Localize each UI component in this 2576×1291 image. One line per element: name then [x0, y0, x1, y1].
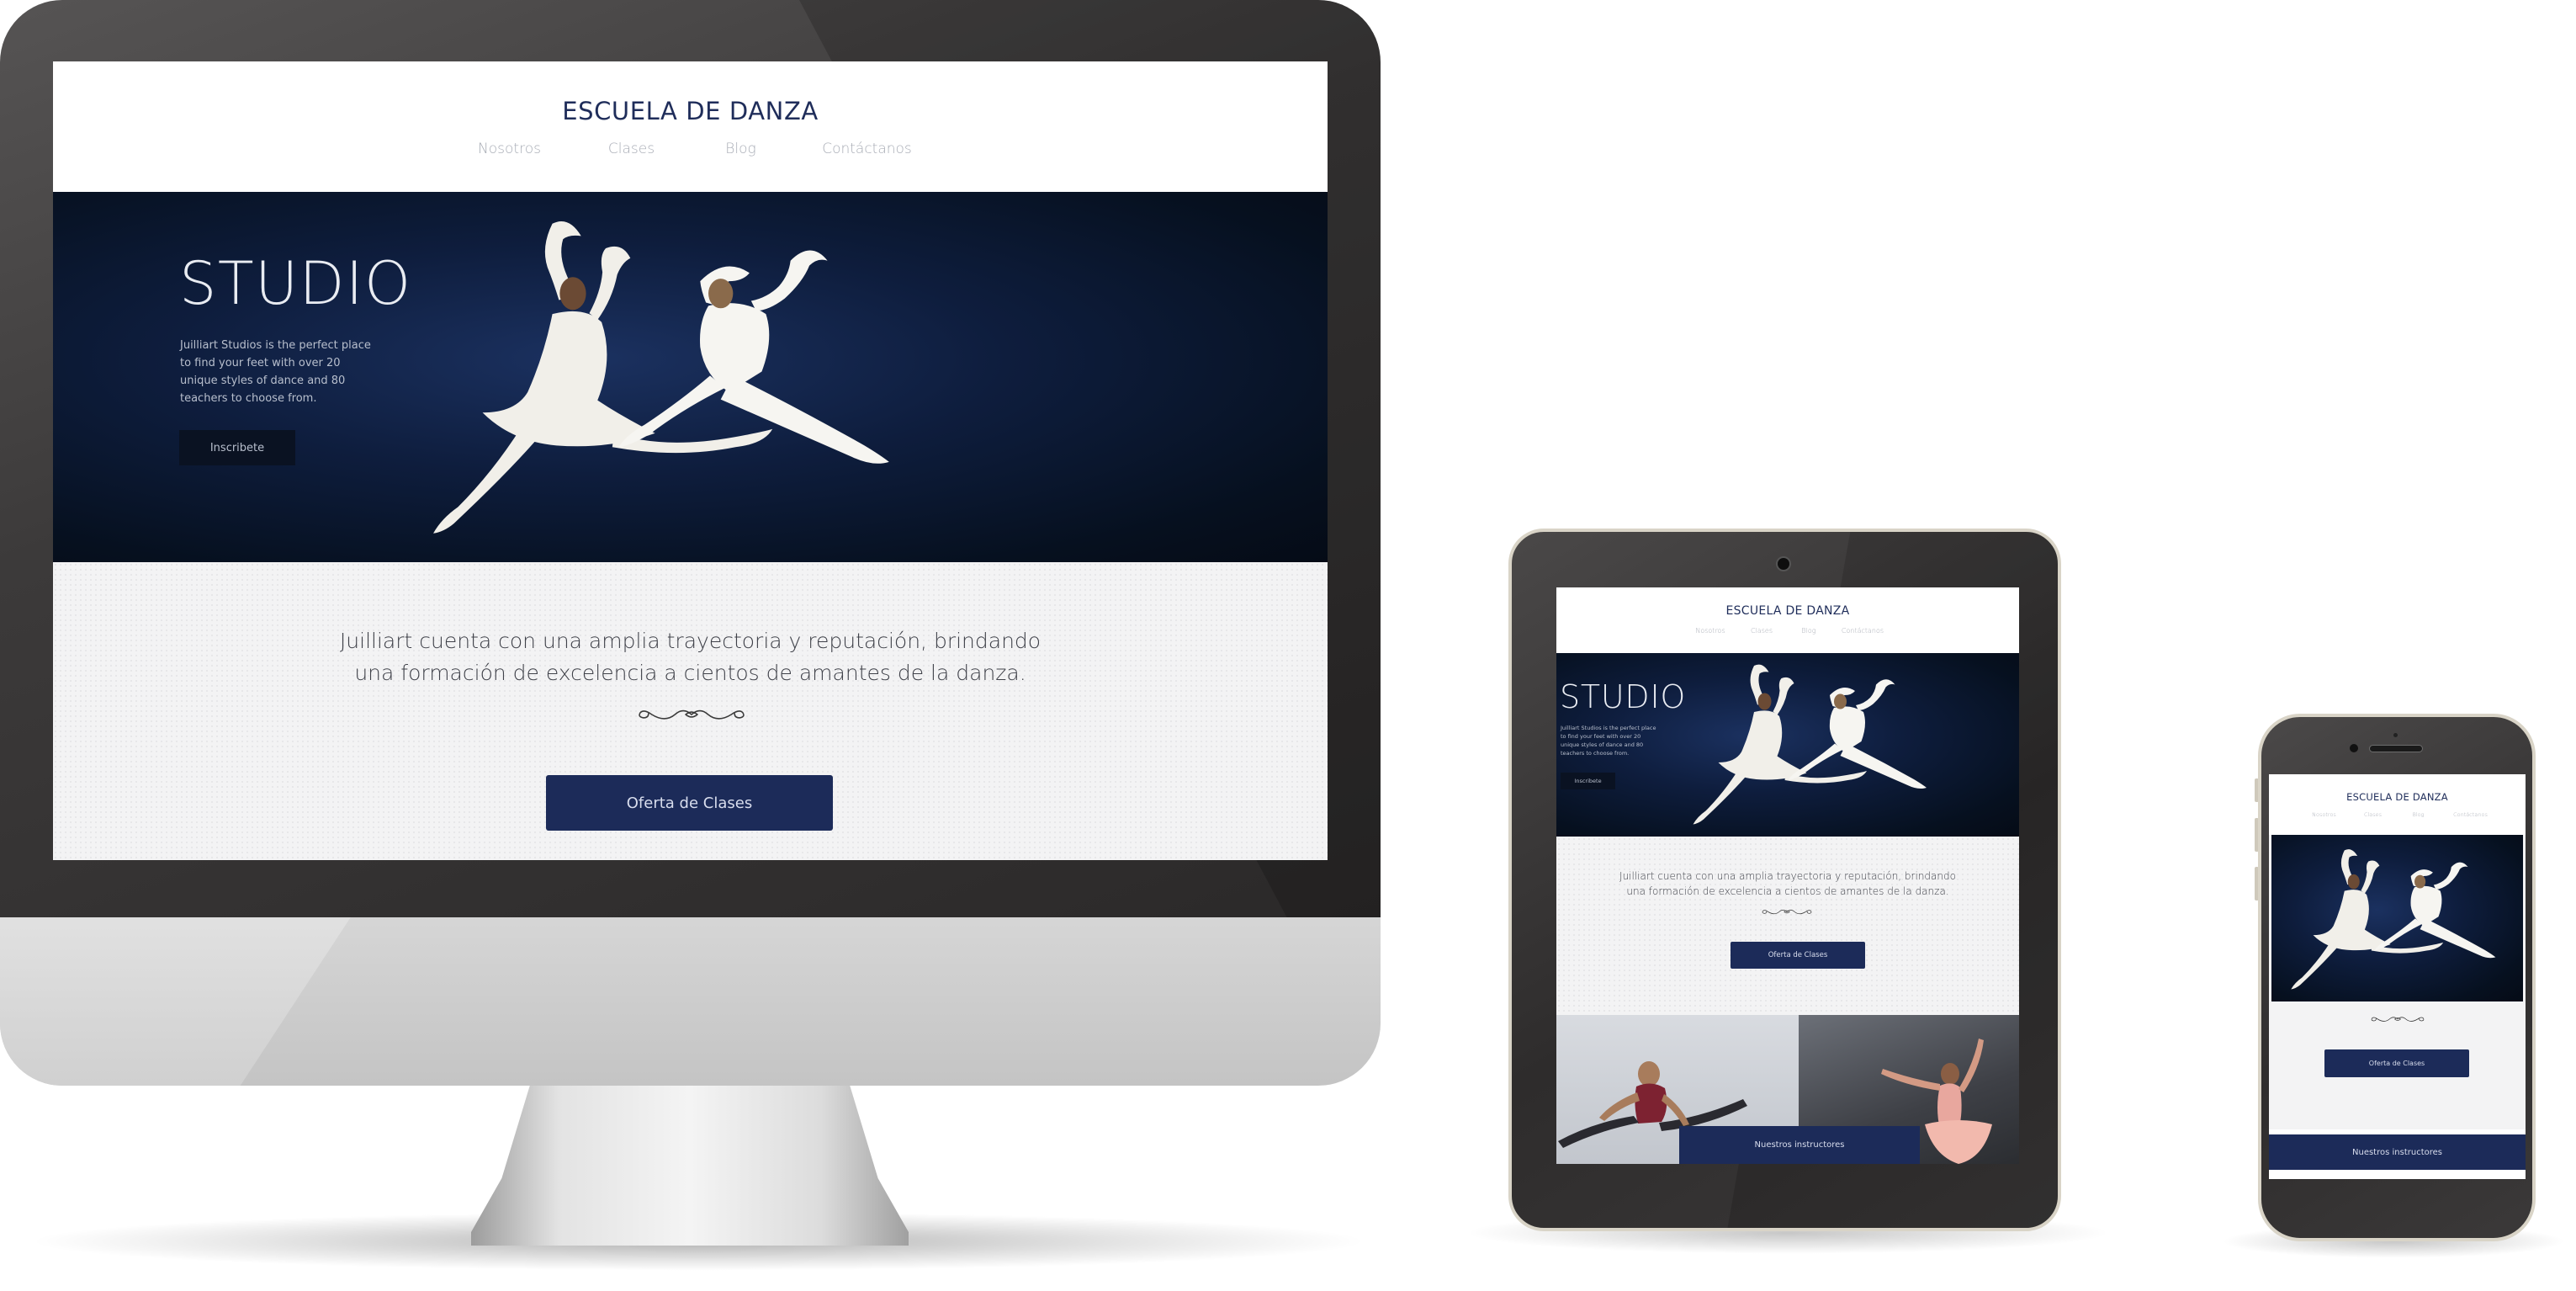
hero-description: Juilliart Studios is the perfect place t…: [180, 337, 371, 407]
nav-link-contactanos[interactable]: Contáctanos: [796, 141, 939, 157]
brand-logo[interactable]: ESCUELA DE DANZA: [53, 61, 1328, 125]
tablet-website: ESCUELA DE DANZA Nosotros Clases Blog Co…: [1556, 587, 2019, 1164]
hero-banner: STUDIO Juilliart Studios is the perfect …: [53, 192, 1328, 562]
nav-link-contactanos[interactable]: Contáctanos: [1832, 627, 1893, 635]
desktop-website: ESCUELA DE DANZA Nosotros Clases Blog Co…: [53, 61, 1328, 860]
intro-line: Juilliart cuenta con una amplia trayecto…: [339, 629, 1042, 653]
hero-banner: STUDIO Juilliart Studios is the perfect …: [1556, 653, 2019, 837]
instructors-section: Nuestros instructores: [1556, 1015, 2019, 1164]
speaker-grille-icon: [2370, 746, 2422, 752]
hero-text-line: to find your feet with over 20: [1561, 733, 1641, 740]
brand-logo[interactable]: ESCUELA DE DANZA: [2269, 774, 2526, 803]
site-header: ESCUELA DE DANZA Nosotros Clases Blog Co…: [2269, 774, 2526, 835]
site-header: ESCUELA DE DANZA Nosotros Clases Blog Co…: [1556, 587, 2019, 653]
hero-text-line: to find your feet with over 20: [180, 357, 341, 369]
intro-line: Juilliart cuenta con una amplia trayecto…: [1619, 870, 1956, 882]
intro-text: Juilliart cuenta con una amplia trayecto…: [1556, 837, 2019, 899]
hero-description: Juilliart Studios is the perfect place t…: [1561, 724, 1656, 757]
main-nav: Nosotros Clases Blog Contáctanos: [53, 141, 1328, 157]
nuestros-instructores-button[interactable]: Nuestros instructores: [2269, 1134, 2526, 1170]
oferta-de-clases-button[interactable]: Oferta de Clases: [546, 775, 833, 831]
hero-text-line: teachers to choose from.: [180, 392, 317, 405]
hero-text-line: Juilliart Studios is the perfect place: [1561, 725, 1656, 731]
hero-text-line: teachers to choose from.: [1561, 750, 1630, 757]
flourish-ornament-icon: [638, 705, 745, 724]
flourish-ornament-icon: [2371, 1014, 2425, 1024]
imac-stand: [471, 1077, 909, 1246]
dancers-photo: [423, 215, 928, 560]
hero-text-line: unique styles of dance and 80: [1561, 741, 1644, 748]
main-nav: Nosotros Clases Blog Contáctanos: [1556, 627, 2019, 635]
proximity-sensor-icon: [2393, 733, 2398, 737]
nav-link-contactanos[interactable]: Contáctanos: [2443, 811, 2499, 818]
intro-line: una formación de excelencia a cientos de…: [354, 661, 1026, 685]
hero-banner: [2271, 835, 2523, 1001]
oferta-de-clases-button[interactable]: Oferta de Clases: [1731, 942, 1865, 969]
imac-chin: [0, 913, 1381, 1086]
nav-link-nosotros[interactable]: Nosotros: [2297, 811, 2352, 818]
mobile-website: ESCUELA DE DANZA Nosotros Clases Blog Co…: [2269, 774, 2526, 1179]
flourish-ornament-icon: [1762, 907, 1812, 916]
dancers-photo: [1678, 661, 1956, 837]
site-header: ESCUELA DE DANZA Nosotros Clases Blog Co…: [53, 61, 1328, 192]
intro-text: Juilliart cuenta con una amplia trayecto…: [53, 562, 1328, 689]
hero-text-line: unique styles of dance and 80: [180, 375, 346, 387]
hero-title: STUDIO: [179, 249, 412, 318]
inscribete-button[interactable]: Inscribete: [179, 430, 295, 465]
nav-link-clases[interactable]: Clases: [577, 141, 686, 157]
nav-link-clases[interactable]: Clases: [1738, 627, 1785, 635]
nav-link-blog[interactable]: Blog: [1785, 627, 1832, 635]
camera-icon: [1778, 558, 1789, 570]
nav-link-nosotros[interactable]: Nosotros: [443, 141, 577, 157]
inscribete-button[interactable]: Inscribete: [1561, 773, 1615, 789]
brand-logo[interactable]: ESCUELA DE DANZA: [1556, 587, 2019, 618]
nav-link-clases[interactable]: Clases: [2352, 811, 2394, 818]
hero-text-line: Juilliart Studios is the perfect place: [180, 339, 371, 352]
hero-title: STUDIO: [1560, 678, 1687, 715]
intro-line: una formación de excelencia a cientos de…: [1626, 885, 1949, 897]
intro-section: Juilliart cuenta con una amplia trayecto…: [53, 562, 1328, 860]
dancers-photo: [2280, 847, 2520, 1001]
nav-link-nosotros[interactable]: Nosotros: [1683, 627, 1738, 635]
front-camera-icon: [2350, 744, 2358, 752]
nuestros-instructores-button[interactable]: Nuestros instructores: [1679, 1126, 1920, 1164]
oferta-de-clases-button[interactable]: Oferta de Clases: [2324, 1049, 2469, 1077]
main-nav: Nosotros Clases Blog Contáctanos: [2269, 811, 2526, 818]
nav-link-blog[interactable]: Blog: [686, 141, 796, 157]
nav-link-blog[interactable]: Blog: [2394, 811, 2443, 818]
intro-section: Juilliart cuenta con una amplia trayecto…: [1556, 837, 2019, 1015]
